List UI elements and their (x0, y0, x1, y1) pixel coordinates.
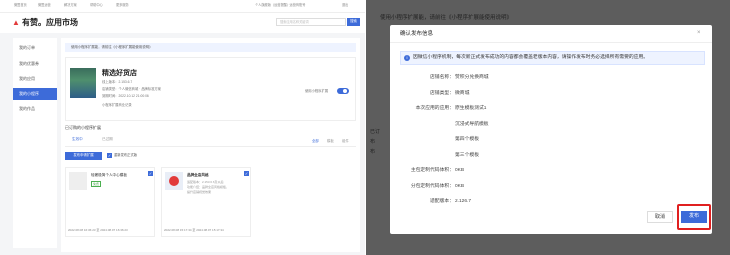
nav-link-solutions[interactable]: 解决方案 (64, 3, 77, 7)
sub-package-size-label: 分包定制代码体积： (410, 184, 454, 189)
product-name: 精选好货店 (102, 70, 137, 77)
main-package-size-value: 0KB (455, 168, 465, 173)
nav-link-home[interactable]: 微盟首页 (14, 3, 27, 7)
republish-checkbox[interactable]: ✓ (107, 153, 112, 158)
product-records-link[interactable]: 小程序扩展商业记录 (102, 103, 132, 107)
store-type-value: 微商城 (455, 91, 470, 96)
apps-label: 本次应用的应用： (415, 106, 454, 111)
tile-title: 品牌全店风格 (187, 173, 209, 177)
nav-link-ops[interactable]: 微盟运营 (38, 3, 51, 7)
logout-link[interactable]: 退出 (342, 3, 348, 7)
product-expire: 到期时间：2022.10.12 21:00:06 (102, 94, 149, 98)
background-notice: 使用小程序扩展能，请前往《小程序扩展能使用说明》 (380, 15, 513, 21)
nav-link-more[interactable]: 更多服务 (116, 3, 129, 7)
store-thumbnail (70, 68, 96, 98)
product-version: 线上版本：2.153.6.7 (102, 80, 133, 84)
nav-link-help[interactable]: 帮助中心 (90, 3, 103, 7)
tab-active[interactable]: 生效中 (72, 137, 83, 142)
cancel-button[interactable]: 取消 (647, 211, 673, 223)
tab-expired[interactable]: 已过期 (102, 137, 113, 142)
store-type-label: 店铺类型： (430, 91, 454, 96)
background-text: 布 (370, 149, 376, 155)
thumbs-up-logo-icon: ▲ (12, 18, 20, 27)
filter-template[interactable]: 模板 (327, 139, 334, 143)
top-nav (0, 0, 365, 13)
sub-package-size-value: 0KB (455, 184, 465, 189)
divider (390, 42, 712, 43)
notice-bar: 使用小程序扩展能，请前往《小程序扩展能使用说明》 (65, 43, 356, 52)
sidebar-item-apps[interactable]: 我的应用 (13, 73, 57, 85)
free-badge: 免费 (91, 181, 102, 187)
highlight-box (677, 204, 711, 230)
tile-title: 轻奢极简个人中心模板 (91, 173, 127, 177)
app-value: 原生模板测试1 (455, 106, 487, 111)
section-title: 已订购的小程序扩展 (65, 125, 101, 130)
sidebar-item-coupons[interactable]: 我的优惠券 (13, 58, 57, 70)
app-market-logo[interactable]: 有赞。应用市场 (22, 19, 78, 27)
filter-component[interactable]: 组件 (342, 139, 349, 143)
tile-checkbox[interactable]: ✓ (148, 171, 153, 176)
store-name-label: 店铺名称： (430, 75, 454, 80)
publish-extension-button[interactable]: 发布申请扩展 (65, 152, 102, 160)
background-text: 已订 (370, 129, 381, 135)
tile-date: 2022.08.08 16:36:23 至 2024.08.07 16:36:2… (68, 228, 128, 232)
brand-logo-icon (169, 176, 179, 186)
app-value: 第三个模板 (455, 153, 479, 158)
filter-all[interactable]: 全部 (312, 139, 319, 143)
app-value: 第四个模板 (455, 137, 479, 142)
main-package-size-label: 主包定制代码体积： (410, 168, 454, 173)
account-label: 个人旗舰版（运营提醒）·运营商账号 (255, 3, 306, 7)
version-label: 适配版本： (430, 199, 454, 204)
search-button[interactable]: 搜索 (347, 18, 360, 26)
tile-checkbox[interactable]: ✓ (244, 171, 249, 176)
app-value: 沉浸式导航模板 (455, 122, 489, 127)
version-value: 2.126.7 (455, 199, 472, 204)
close-icon[interactable]: × (697, 30, 701, 36)
sidebar-item-mini-programs[interactable]: 我的小程序 (13, 88, 57, 100)
toggle-knob (343, 89, 347, 93)
search-input[interactable]: 搜索应用名称关键词 (276, 18, 346, 26)
republish-checkbox-label: 重新发布正式版 (114, 153, 138, 157)
info-icon: i (404, 55, 410, 61)
background-text: 布 (370, 139, 376, 145)
tile-compat: 适配版本：2.153.6.6及以后 (187, 180, 224, 184)
tile-desc: 功能介绍：品牌全店风格模板， (187, 185, 230, 189)
tile-date: 2022.08.08 15:17:34 至 2024.08.07 15:17:3… (164, 228, 224, 232)
tile-thumbnail (69, 172, 87, 190)
tile-desc-2: 提升店铺视觉效果 (187, 190, 212, 194)
sidebar-item-orders[interactable]: 我的订单 (13, 42, 57, 54)
store-name-value: 赞积分兑换商城 (455, 75, 489, 80)
sidebar-item-works[interactable]: 我的作品 (13, 103, 57, 115)
toggle-label: 使用小程序扩展 (305, 88, 329, 93)
product-type: 店铺类型：个人微信商城 · 品牌标准方案 (102, 87, 161, 91)
info-text: 因微信小程序机制，每次新正式发布成功的内容都会覆盖老版本内容，请操作发布时务必选… (413, 55, 649, 60)
modal-title: 确认发布信息 (400, 31, 434, 37)
